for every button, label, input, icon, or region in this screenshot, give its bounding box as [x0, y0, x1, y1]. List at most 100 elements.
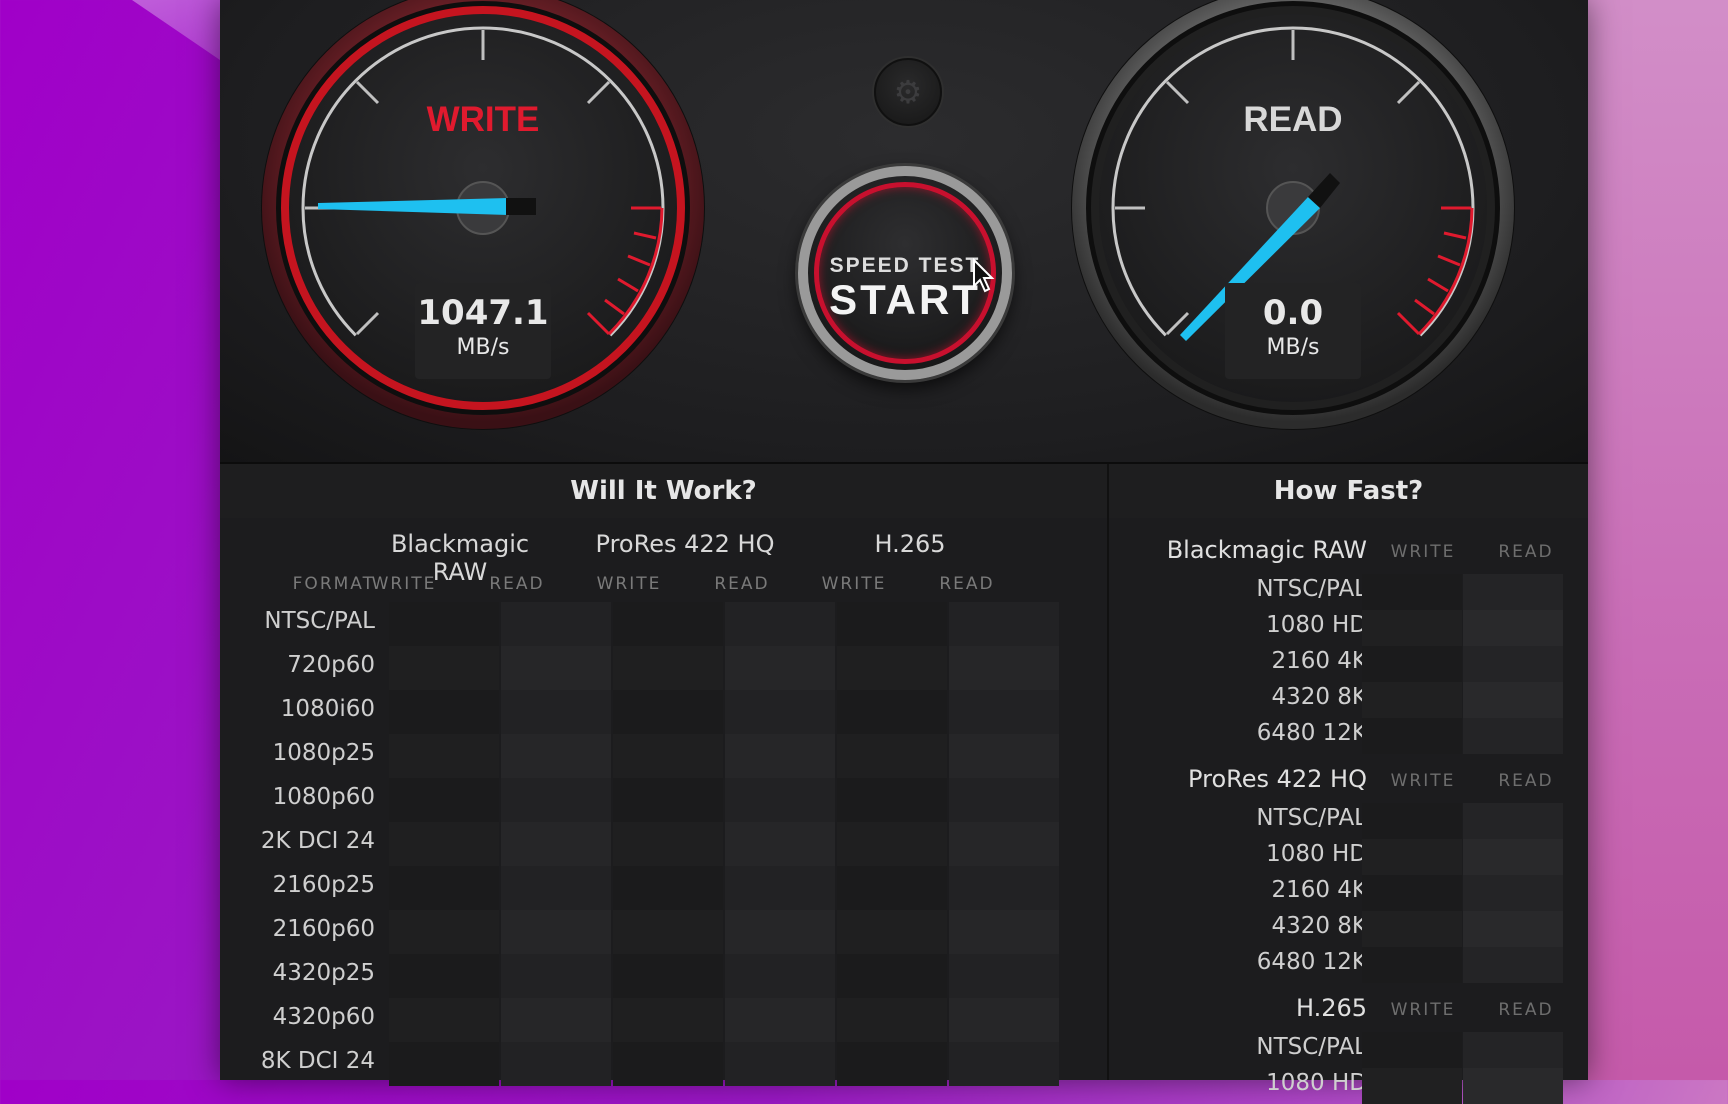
result-cell [949, 866, 1059, 910]
result-cell [389, 910, 499, 954]
result-cell [501, 690, 611, 734]
result-cell [613, 822, 723, 866]
result-cell [613, 866, 723, 910]
read-column-header: READ [1498, 1000, 1554, 1020]
result-cell [1463, 911, 1563, 947]
result-cell [725, 1042, 835, 1086]
how-fast-section-header: ProRes 422 HQ [1188, 765, 1367, 793]
disk-speed-test-window: WRITE 1047.1 MB/s ⚙ SPEED TEST START REA… [220, 0, 1588, 1104]
format-row-label: 8K DCI 24 [260, 1048, 375, 1074]
result-cell [1463, 1032, 1563, 1068]
result-cell [725, 602, 835, 646]
result-cell [613, 1042, 723, 1086]
result-cell [837, 646, 947, 690]
result-cell [613, 646, 723, 690]
format-row-label: 1080p60 [272, 784, 375, 810]
result-cell [837, 690, 947, 734]
format-row-label: 4320p25 [272, 960, 375, 986]
panel-divider [1107, 464, 1109, 1080]
column-group-header: H.265 [874, 530, 946, 558]
how-fast-row-label: 2160 4K [1271, 648, 1367, 674]
result-cell [389, 690, 499, 734]
result-cell [949, 602, 1059, 646]
desktop-wallpaper-right [1588, 0, 1728, 1080]
result-cell [501, 778, 611, 822]
result-cell [1463, 574, 1563, 610]
gear-icon: ⚙ [893, 73, 923, 111]
write-column-header: WRITE [1390, 771, 1456, 791]
result-cell [725, 822, 835, 866]
result-cell [389, 998, 499, 1042]
result-cell [1362, 718, 1462, 754]
result-cell [725, 778, 835, 822]
write-gauge-label: WRITE [426, 100, 540, 139]
write-column-header: WRITE [371, 574, 437, 594]
result-cell [837, 954, 947, 998]
result-cell [1362, 947, 1462, 983]
result-cell [389, 866, 499, 910]
result-cell [725, 998, 835, 1042]
read-speed-unit: MB/s [1266, 335, 1320, 360]
result-cell [501, 1042, 611, 1086]
result-cell [1463, 646, 1563, 682]
result-cell [837, 778, 947, 822]
how-fast-row-label: 1080 HD [1266, 841, 1367, 867]
desktop-wallpaper [0, 0, 220, 60]
result-cell [725, 690, 835, 734]
read-column-header: READ [714, 574, 770, 594]
result-cell [1463, 839, 1563, 875]
format-row-label: 2160p25 [272, 872, 375, 898]
result-cell [949, 910, 1059, 954]
format-row-label: 2160p60 [272, 916, 375, 942]
result-cell [613, 778, 723, 822]
result-cell [949, 822, 1059, 866]
result-cell [613, 602, 723, 646]
how-fast-row-label: 4320 8K [1271, 913, 1367, 939]
write-speed-value: 1047.1 [417, 293, 549, 333]
result-cell [1463, 718, 1563, 754]
result-cell [1362, 803, 1462, 839]
result-cell [1362, 1068, 1462, 1104]
result-cell [501, 954, 611, 998]
how-fast-section-header: H.265 [1295, 994, 1367, 1022]
result-cell [1362, 911, 1462, 947]
result-cell [389, 602, 499, 646]
result-cell [1362, 839, 1462, 875]
result-cell [1463, 610, 1563, 646]
result-cell [837, 998, 947, 1042]
result-cell [725, 866, 835, 910]
result-cell [1463, 875, 1563, 911]
result-cell [501, 822, 611, 866]
result-cell [837, 910, 947, 954]
result-cell [949, 646, 1059, 690]
result-cell [501, 734, 611, 778]
result-cell [1362, 610, 1462, 646]
result-cell [613, 954, 723, 998]
read-column-header: READ [939, 574, 995, 594]
result-cell [501, 866, 611, 910]
result-cell [1362, 682, 1462, 718]
how-fast-row-label: NTSC/PAL [1256, 576, 1367, 602]
write-column-header: WRITE [596, 574, 662, 594]
result-cell [837, 734, 947, 778]
how-fast-row-label: NTSC/PAL [1256, 1034, 1367, 1060]
write-column-header: WRITE [1390, 1000, 1456, 1020]
settings-button[interactable]: ⚙ [874, 58, 942, 126]
mouse-cursor-icon [973, 258, 995, 293]
result-cell [837, 602, 947, 646]
how-fast-row-label: 6480 12K [1256, 949, 1367, 975]
result-cell [389, 778, 499, 822]
format-row-label: 720p60 [287, 652, 375, 678]
result-cell [1463, 947, 1563, 983]
how-fast-row-label: NTSC/PAL [1256, 805, 1367, 831]
how-fast-row-label: 1080 HD [1266, 612, 1367, 638]
how-fast-row-label: 2160 4K [1271, 877, 1367, 903]
result-cell [613, 910, 723, 954]
write-readout: 1047.1 MB/s [415, 283, 551, 379]
result-cell [613, 998, 723, 1042]
result-cell [389, 954, 499, 998]
result-cell [837, 1042, 947, 1086]
format-row-label: 4320p60 [272, 1004, 375, 1030]
result-cell [949, 1042, 1059, 1086]
result-cell [1362, 574, 1462, 610]
